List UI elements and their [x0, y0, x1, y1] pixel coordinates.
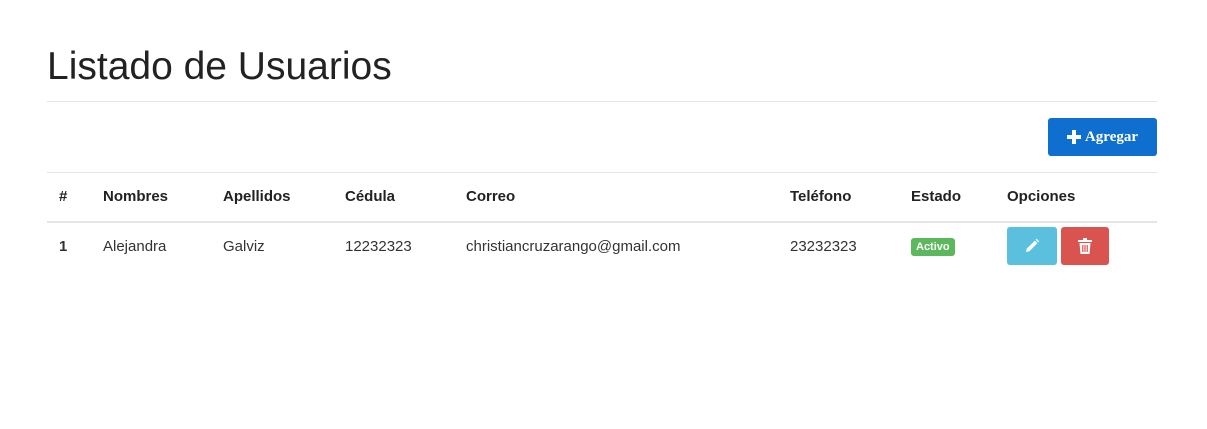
edit-user-button[interactable]: [1007, 227, 1057, 265]
table-row: 1 Alejandra Galviz 12232323 christiancru…: [47, 222, 1157, 274]
header-cedula: Cédula: [345, 188, 396, 206]
cell-nombres: Alejandra: [103, 237, 167, 255]
header-estado: Estado: [911, 188, 962, 206]
cell-telefono: 23232323: [790, 237, 857, 255]
header-num: #: [59, 188, 68, 206]
header-divider: [47, 101, 1157, 102]
status-badge: Activo: [911, 237, 955, 256]
add-button-label: Agregar: [1084, 128, 1139, 145]
cell-correo: christiancruzarango@gmail.com: [466, 237, 681, 255]
cell-num: 1: [59, 237, 68, 255]
header-correo: Correo: [466, 188, 516, 206]
delete-user-button[interactable]: [1061, 227, 1109, 265]
add-user-button[interactable]: Agregar: [1048, 118, 1157, 156]
header-opciones: Opciones: [1007, 188, 1076, 206]
row-actions: [1007, 227, 1157, 265]
cell-estado: Activo: [899, 222, 995, 274]
cell-apellidos: Galviz: [223, 237, 265, 255]
users-table: # Nombres Apellidos Cédula Correo Teléfo…: [47, 172, 1157, 274]
pencil-icon: [1026, 238, 1040, 252]
plus-icon: [1066, 130, 1081, 144]
header-row: # Nombres Apellidos Cédula Correo Teléfo…: [47, 172, 1157, 222]
main-container: Listado de Usuarios Agregar # Nombres Ap…: [47, 0, 1157, 265]
table-header: # Nombres Apellidos Cédula Correo Teléfo…: [47, 172, 1157, 222]
header-nombres: Nombres: [103, 188, 169, 206]
cell-cedula: 12232323: [345, 237, 412, 255]
header-apellidos: Apellidos: [223, 188, 291, 206]
cell-opciones: [995, 222, 1157, 274]
users-page: Listado de Usuarios Agregar # Nombres Ap…: [0, 0, 1207, 429]
table-body: 1 Alejandra Galviz 12232323 christiancru…: [47, 222, 1157, 274]
page-title: Listado de Usuarios: [47, 45, 392, 88]
trash-icon: [1078, 238, 1092, 254]
header-telefono: Teléfono: [790, 188, 852, 206]
